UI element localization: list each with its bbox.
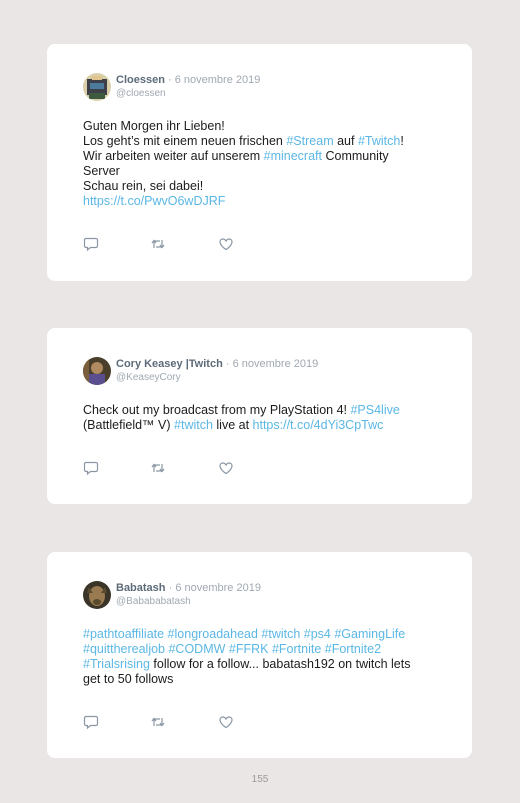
hashtag[interactable]: #Trialsrising <box>83 657 150 671</box>
tweet-text-segment: Guten Morgen ihr Lieben! <box>83 119 225 133</box>
avatar[interactable] <box>83 581 111 609</box>
author-name[interactable]: Babatash <box>116 582 166 594</box>
avatar[interactable] <box>83 73 111 101</box>
author-line: Cory Keasey |Twitch · 6 novembre 2019 <box>116 358 318 371</box>
hashtag[interactable]: #Stream <box>286 134 333 148</box>
reply-icon[interactable] <box>83 714 99 730</box>
author-handle[interactable]: @cloessen <box>116 88 166 100</box>
tweet-text-segment: ! <box>400 134 404 148</box>
hashtag[interactable]: #quittherealjob #CODMW #FFRK #Fortnite #… <box>83 642 381 656</box>
retweet-icon[interactable] <box>150 460 166 476</box>
tweet-text-line: Server <box>83 164 443 179</box>
tweet-card: Babatash · 6 novembre 2019 @Babababatash… <box>47 552 472 758</box>
author-name[interactable]: Cloessen <box>116 74 165 86</box>
tweet-date[interactable]: 6 novembre 2019 <box>233 358 319 370</box>
tweet-text-line: #quittherealjob #CODMW #FFRK #Fortnite #… <box>83 642 443 657</box>
avatar[interactable] <box>83 357 111 385</box>
like-icon[interactable] <box>218 236 234 252</box>
tweet-actions <box>83 714 243 730</box>
tweet-text-line: Guten Morgen ihr Lieben! <box>83 119 443 134</box>
tweet-link[interactable]: https://t.co/PwvO6wDJRF <box>83 194 225 208</box>
tweet-text-segment: (Battlefield™ V) <box>83 418 175 432</box>
tweet-text-line: #Trialsrising follow for a follow... bab… <box>83 657 443 672</box>
tweet-actions <box>83 460 243 476</box>
page-number: 155 <box>251 774 269 785</box>
author-handle[interactable]: @KeaseyCory <box>116 372 181 384</box>
tweet-text: #pathtoaffiliate #longroadahead #twitch … <box>83 627 443 687</box>
tweet-text-segment: get to 50 follows <box>83 672 174 686</box>
hashtag[interactable]: #pathtoaffiliate #longroadahead #twitch … <box>83 627 405 641</box>
tweet-link[interactable]: https://t.co/4dYi3CpTwc <box>253 418 384 432</box>
hashtag[interactable]: #twitch <box>174 418 213 432</box>
tweet-actions <box>83 236 243 252</box>
tweet-text-segment: Los geht’s mit einem neuen frischen <box>83 134 287 148</box>
separator: · <box>167 74 172 86</box>
author-line: Babatash · 6 novembre 2019 <box>116 582 261 595</box>
author-name[interactable]: Cory Keasey |Twitch <box>116 358 223 370</box>
tweet-text-line: get to 50 follows <box>83 672 443 687</box>
reply-icon[interactable] <box>83 460 99 476</box>
hashtag[interactable]: #minecraft <box>264 149 322 163</box>
hashtag[interactable]: #PS4live <box>350 403 399 417</box>
tweet-text-segment: auf <box>333 134 358 148</box>
tweet-text-line: Los geht’s mit einem neuen frischen #Str… <box>83 134 443 149</box>
retweet-icon[interactable] <box>150 236 166 252</box>
tweet-text-line: Wir arbeiten weiter auf unserem #minecra… <box>83 149 443 164</box>
tweet-date[interactable]: 6 novembre 2019 <box>175 74 261 86</box>
reply-icon[interactable] <box>83 236 99 252</box>
tweet-card: Cory Keasey |Twitch · 6 novembre 2019 @K… <box>47 328 472 504</box>
tweet-text-line: Check out my broadcast from my PlayStati… <box>83 403 443 418</box>
tweet-text: Guten Morgen ihr Lieben! Los geht’s mit e… <box>83 119 443 209</box>
tweet-text-segment: follow for a follow... babatash192 on tw… <box>149 657 411 671</box>
tweet-card: Cloessen · 6 novembre 2019 @cloessen Gut… <box>47 44 472 281</box>
separator: · <box>225 358 230 370</box>
like-icon[interactable] <box>218 460 234 476</box>
tweet-text: Check out my broadcast from my PlayStati… <box>83 403 443 433</box>
tweet-text-segment: Check out my broadcast from my PlayStati… <box>83 403 351 417</box>
author-handle[interactable]: @Babababatash <box>116 596 191 608</box>
author-line: Cloessen · 6 novembre 2019 <box>116 74 260 87</box>
separator: · <box>168 582 173 594</box>
tweet-text-segment: Community <box>322 149 389 163</box>
tweet-text-segment: live at <box>212 418 253 432</box>
tweet-text-line: Schau rein, sei dabei! <box>83 179 443 194</box>
like-icon[interactable] <box>218 714 234 730</box>
tweet-text-line: (Battlefield™ V) #twitch live at https:/… <box>83 418 443 433</box>
tweet-date[interactable]: 6 novembre 2019 <box>175 582 261 594</box>
tweet-text-line: #pathtoaffiliate #longroadahead #twitch … <box>83 627 443 642</box>
tweet-text-segment: Schau rein, sei dabei! <box>83 179 204 193</box>
tweet-text-segment: Server <box>83 164 120 178</box>
tweet-text-segment: Wir arbeiten weiter auf unserem <box>83 149 264 163</box>
tweet-text-line: https://t.co/PwvO6wDJRF <box>83 194 443 209</box>
hashtag[interactable]: #Twitch <box>358 134 400 148</box>
retweet-icon[interactable] <box>150 714 166 730</box>
